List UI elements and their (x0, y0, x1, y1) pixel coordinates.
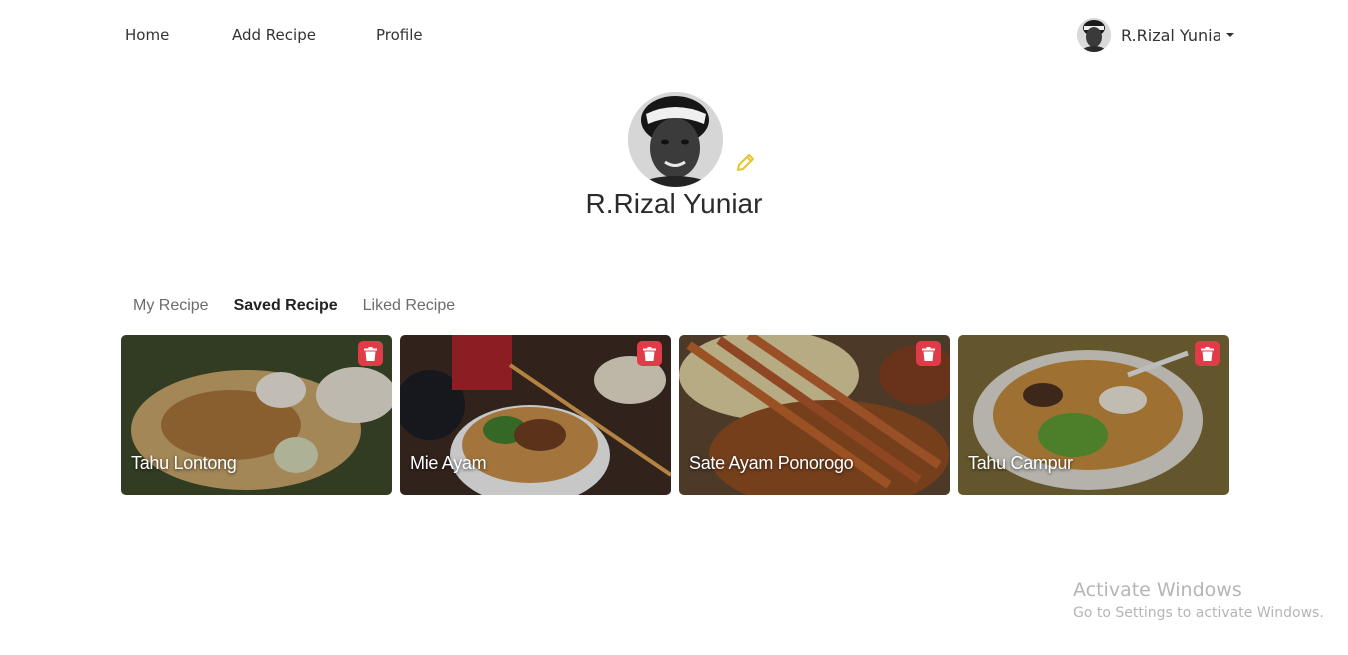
delete-recipe-button[interactable] (1195, 341, 1220, 366)
recipe-title: Mie Ayam (410, 453, 487, 473)
tab-liked-recipe[interactable]: Liked Recipe (363, 297, 456, 315)
nav-add-recipe-link[interactable]: Add Recipe (232, 26, 316, 44)
chevron-down-icon (1226, 33, 1234, 37)
user-avatar (1077, 18, 1111, 52)
nav-profile-link[interactable]: Profile (376, 26, 423, 44)
nav-home-link[interactable]: Home (125, 26, 169, 44)
activation-watermark-title: Activate Windows (1073, 579, 1242, 601)
trash-icon (643, 346, 656, 361)
recipe-tabs: My Recipe Saved Recipe Liked Recipe (133, 297, 455, 315)
recipe-card[interactable]: Mie Ayam (400, 335, 671, 495)
trash-icon (364, 346, 377, 361)
pencil-icon[interactable] (734, 152, 756, 174)
tab-my-recipe[interactable]: My Recipe (133, 297, 209, 315)
recipe-card[interactable]: Tahu Campur (958, 335, 1229, 495)
delete-recipe-button[interactable] (916, 341, 941, 366)
top-navbar: Home Add Recipe Profile R.Rizal Yuniar (0, 0, 1348, 70)
recipe-title: Tahu Campur (968, 453, 1073, 473)
trash-icon (922, 346, 935, 361)
user-menu-name: R.Rizal Yuniar (1121, 25, 1220, 45)
recipe-card[interactable]: Sate Ayam Ponorogo (679, 335, 950, 495)
tab-saved-recipe[interactable]: Saved Recipe (234, 297, 338, 315)
profile-name: R.Rizal Yuniar (585, 188, 763, 219)
trash-icon (1201, 346, 1214, 361)
profile-avatar (628, 92, 723, 187)
user-menu-dropdown[interactable]: R.Rizal Yuniar (1077, 18, 1234, 52)
recipe-card[interactable]: Tahu Lontong (121, 335, 392, 495)
recipe-title: Tahu Lontong (131, 453, 237, 473)
recipe-title: Sate Ayam Ponorogo (689, 453, 854, 473)
activation-watermark-subtitle: Go to Settings to activate Windows. (1073, 605, 1324, 621)
delete-recipe-button[interactable] (358, 341, 383, 366)
delete-recipe-button[interactable] (637, 341, 662, 366)
